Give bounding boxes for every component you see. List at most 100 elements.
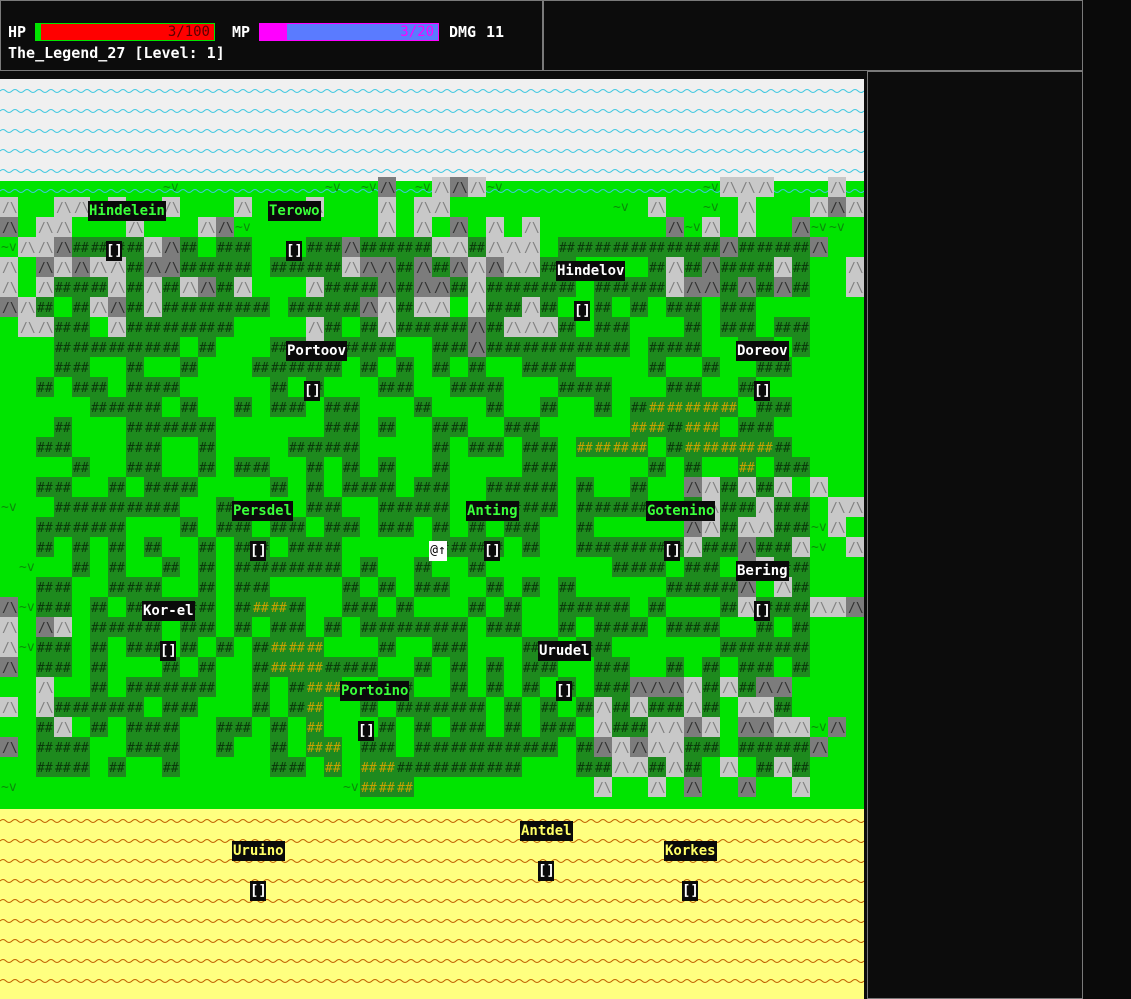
svg-text:##: ##	[127, 401, 143, 416]
svg-text:##: ##	[127, 241, 143, 256]
svg-text:##: ##	[253, 641, 269, 656]
svg-text:##: ##	[739, 241, 755, 256]
svg-text:##: ##	[397, 381, 413, 396]
svg-text:/\: /\	[704, 721, 720, 736]
svg-text:##: ##	[361, 341, 377, 356]
svg-text:##: ##	[235, 561, 251, 576]
sand-region	[0, 809, 864, 999]
svg-text:~v: ~v	[19, 560, 35, 575]
svg-text:##: ##	[289, 621, 305, 636]
svg-text:##: ##	[325, 421, 341, 436]
svg-text:/\: /\	[110, 261, 126, 276]
svg-text:##: ##	[613, 681, 629, 696]
svg-text:##: ##	[559, 601, 575, 616]
town-label-terowo[interactable]: Terowo	[268, 201, 321, 221]
dungeon-entrance-kor-el[interactable]: []	[160, 641, 177, 661]
svg-text:##: ##	[361, 621, 377, 636]
svg-text:##: ##	[613, 501, 629, 516]
town-label-gotenino[interactable]: Gotenino	[646, 501, 716, 521]
svg-text:/\: /\	[686, 701, 702, 716]
svg-text:##: ##	[523, 681, 539, 696]
svg-text:/\: /\	[668, 221, 684, 236]
dungeon-entrance-doreov[interactable]: []	[754, 381, 771, 401]
town-label-bering[interactable]: Bering	[736, 561, 789, 581]
dungeon-entrance-uruino[interactable]: []	[250, 881, 267, 901]
dungeon-entrance-urudel[interactable]: []	[556, 681, 573, 701]
svg-text:##: ##	[127, 681, 143, 696]
svg-text:~v: ~v	[19, 640, 35, 655]
svg-text:##: ##	[163, 501, 179, 516]
dungeon-entrance-anting[interactable]: []	[484, 541, 501, 561]
svg-text:##: ##	[37, 541, 53, 556]
svg-text:##: ##	[451, 321, 467, 336]
svg-text:/\: /\	[164, 261, 180, 276]
svg-text:##: ##	[685, 761, 701, 776]
town-label-doreov[interactable]: Doreov	[736, 341, 789, 361]
dungeon-entrance-gotenino[interactable]: []	[664, 541, 681, 561]
town-label-portoino[interactable]: Portoino	[340, 681, 410, 701]
dungeon-entrance-hindelov[interactable]: []	[574, 301, 591, 321]
svg-text:/\: /\	[776, 481, 792, 496]
svg-text:##: ##	[667, 241, 683, 256]
svg-text:##: ##	[739, 381, 755, 396]
svg-text:##: ##	[91, 521, 107, 536]
svg-text:##: ##	[667, 421, 683, 436]
dmg-value: 11	[486, 23, 505, 41]
svg-text:##: ##	[145, 401, 161, 416]
svg-text:##: ##	[91, 601, 107, 616]
svg-text:##: ##	[757, 621, 773, 636]
town-label-korkes[interactable]: Korkes	[664, 841, 717, 861]
town-label-persdel[interactable]: Persdel	[232, 501, 294, 521]
dungeon-entrance-persdel[interactable]: []	[250, 541, 267, 561]
svg-text:##: ##	[379, 641, 395, 656]
svg-text:##: ##	[127, 301, 143, 316]
dungeon-entrance-bering[interactable]: []	[754, 601, 771, 621]
svg-text:##: ##	[685, 341, 701, 356]
svg-text:##: ##	[541, 661, 557, 676]
town-label-uruino[interactable]: Uruino	[232, 841, 285, 861]
svg-text:##: ##	[775, 361, 791, 376]
dungeon-entrance-portoino[interactable]: []	[358, 721, 375, 741]
svg-text:##: ##	[487, 301, 503, 316]
dungeon-entrance-antdel[interactable]: []	[538, 861, 555, 881]
svg-text:##: ##	[199, 561, 215, 576]
town-label-hindelein[interactable]: Hindelein	[88, 201, 166, 221]
dungeon-entrance-portoov[interactable]: []	[304, 381, 321, 401]
svg-text:/\: /\	[740, 721, 756, 736]
dungeon-entrance-hindelein[interactable]: []	[106, 241, 123, 261]
svg-text:/\: /\	[614, 741, 630, 756]
svg-text:##: ##	[793, 341, 809, 356]
svg-text:##: ##	[145, 321, 161, 336]
svg-text:##: ##	[595, 681, 611, 696]
svg-text:/\: /\	[110, 301, 126, 316]
svg-text:/\: /\	[470, 181, 486, 196]
town-label-urudel[interactable]: Urudel	[538, 641, 591, 661]
svg-text:/\: /\	[686, 541, 702, 556]
dungeon-entrance-korkes[interactable]: []	[682, 881, 699, 901]
town-label-antdel[interactable]: Antdel	[520, 821, 573, 841]
dungeon-entrance-terowo[interactable]: []	[286, 241, 303, 261]
svg-text:##: ##	[793, 261, 809, 276]
svg-text:##: ##	[145, 681, 161, 696]
svg-text:##: ##	[451, 741, 467, 756]
svg-text:##: ##	[595, 601, 611, 616]
svg-text:~v: ~v	[703, 200, 719, 215]
svg-text:##: ##	[721, 581, 737, 596]
svg-text:##: ##	[631, 301, 647, 316]
town-label-kor-el[interactable]: Kor-el	[142, 601, 195, 621]
svg-text:/\: /\	[20, 241, 36, 256]
svg-text:##: ##	[757, 421, 773, 436]
svg-text:##: ##	[523, 661, 539, 676]
svg-text:##: ##	[757, 741, 773, 756]
svg-text:##: ##	[469, 541, 485, 556]
svg-text:##: ##	[667, 661, 683, 676]
svg-text:##: ##	[91, 401, 107, 416]
svg-text:##: ##	[289, 521, 305, 536]
svg-text:/\: /\	[56, 201, 72, 216]
town-label-portoov[interactable]: Portoov	[286, 341, 348, 361]
town-label-hindelov[interactable]: Hindelov	[556, 261, 626, 281]
world-map[interactable]: ~v~v~v/\~v/\/\/\~v~v/\/\/\/\/\/\/\~v/\/\…	[0, 79, 864, 999]
town-label-anting[interactable]: Anting	[466, 501, 519, 521]
svg-text:##: ##	[487, 341, 503, 356]
svg-text:##: ##	[721, 641, 737, 656]
